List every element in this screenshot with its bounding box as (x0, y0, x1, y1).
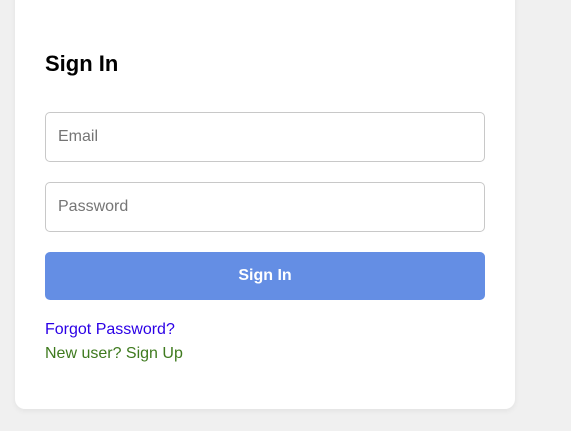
sign-in-card: Sign In Sign In Forgot Password? New use… (15, 0, 515, 409)
forgot-password-link[interactable]: Forgot Password? (45, 318, 183, 342)
email-field[interactable] (45, 112, 485, 162)
page-title: Sign In (45, 51, 119, 76)
sign-in-button[interactable]: Sign In (45, 252, 485, 300)
password-field[interactable] (45, 182, 485, 232)
sign-up-link[interactable]: New user? Sign Up (45, 342, 183, 366)
account-links: Forgot Password? New user? Sign Up (45, 318, 183, 366)
